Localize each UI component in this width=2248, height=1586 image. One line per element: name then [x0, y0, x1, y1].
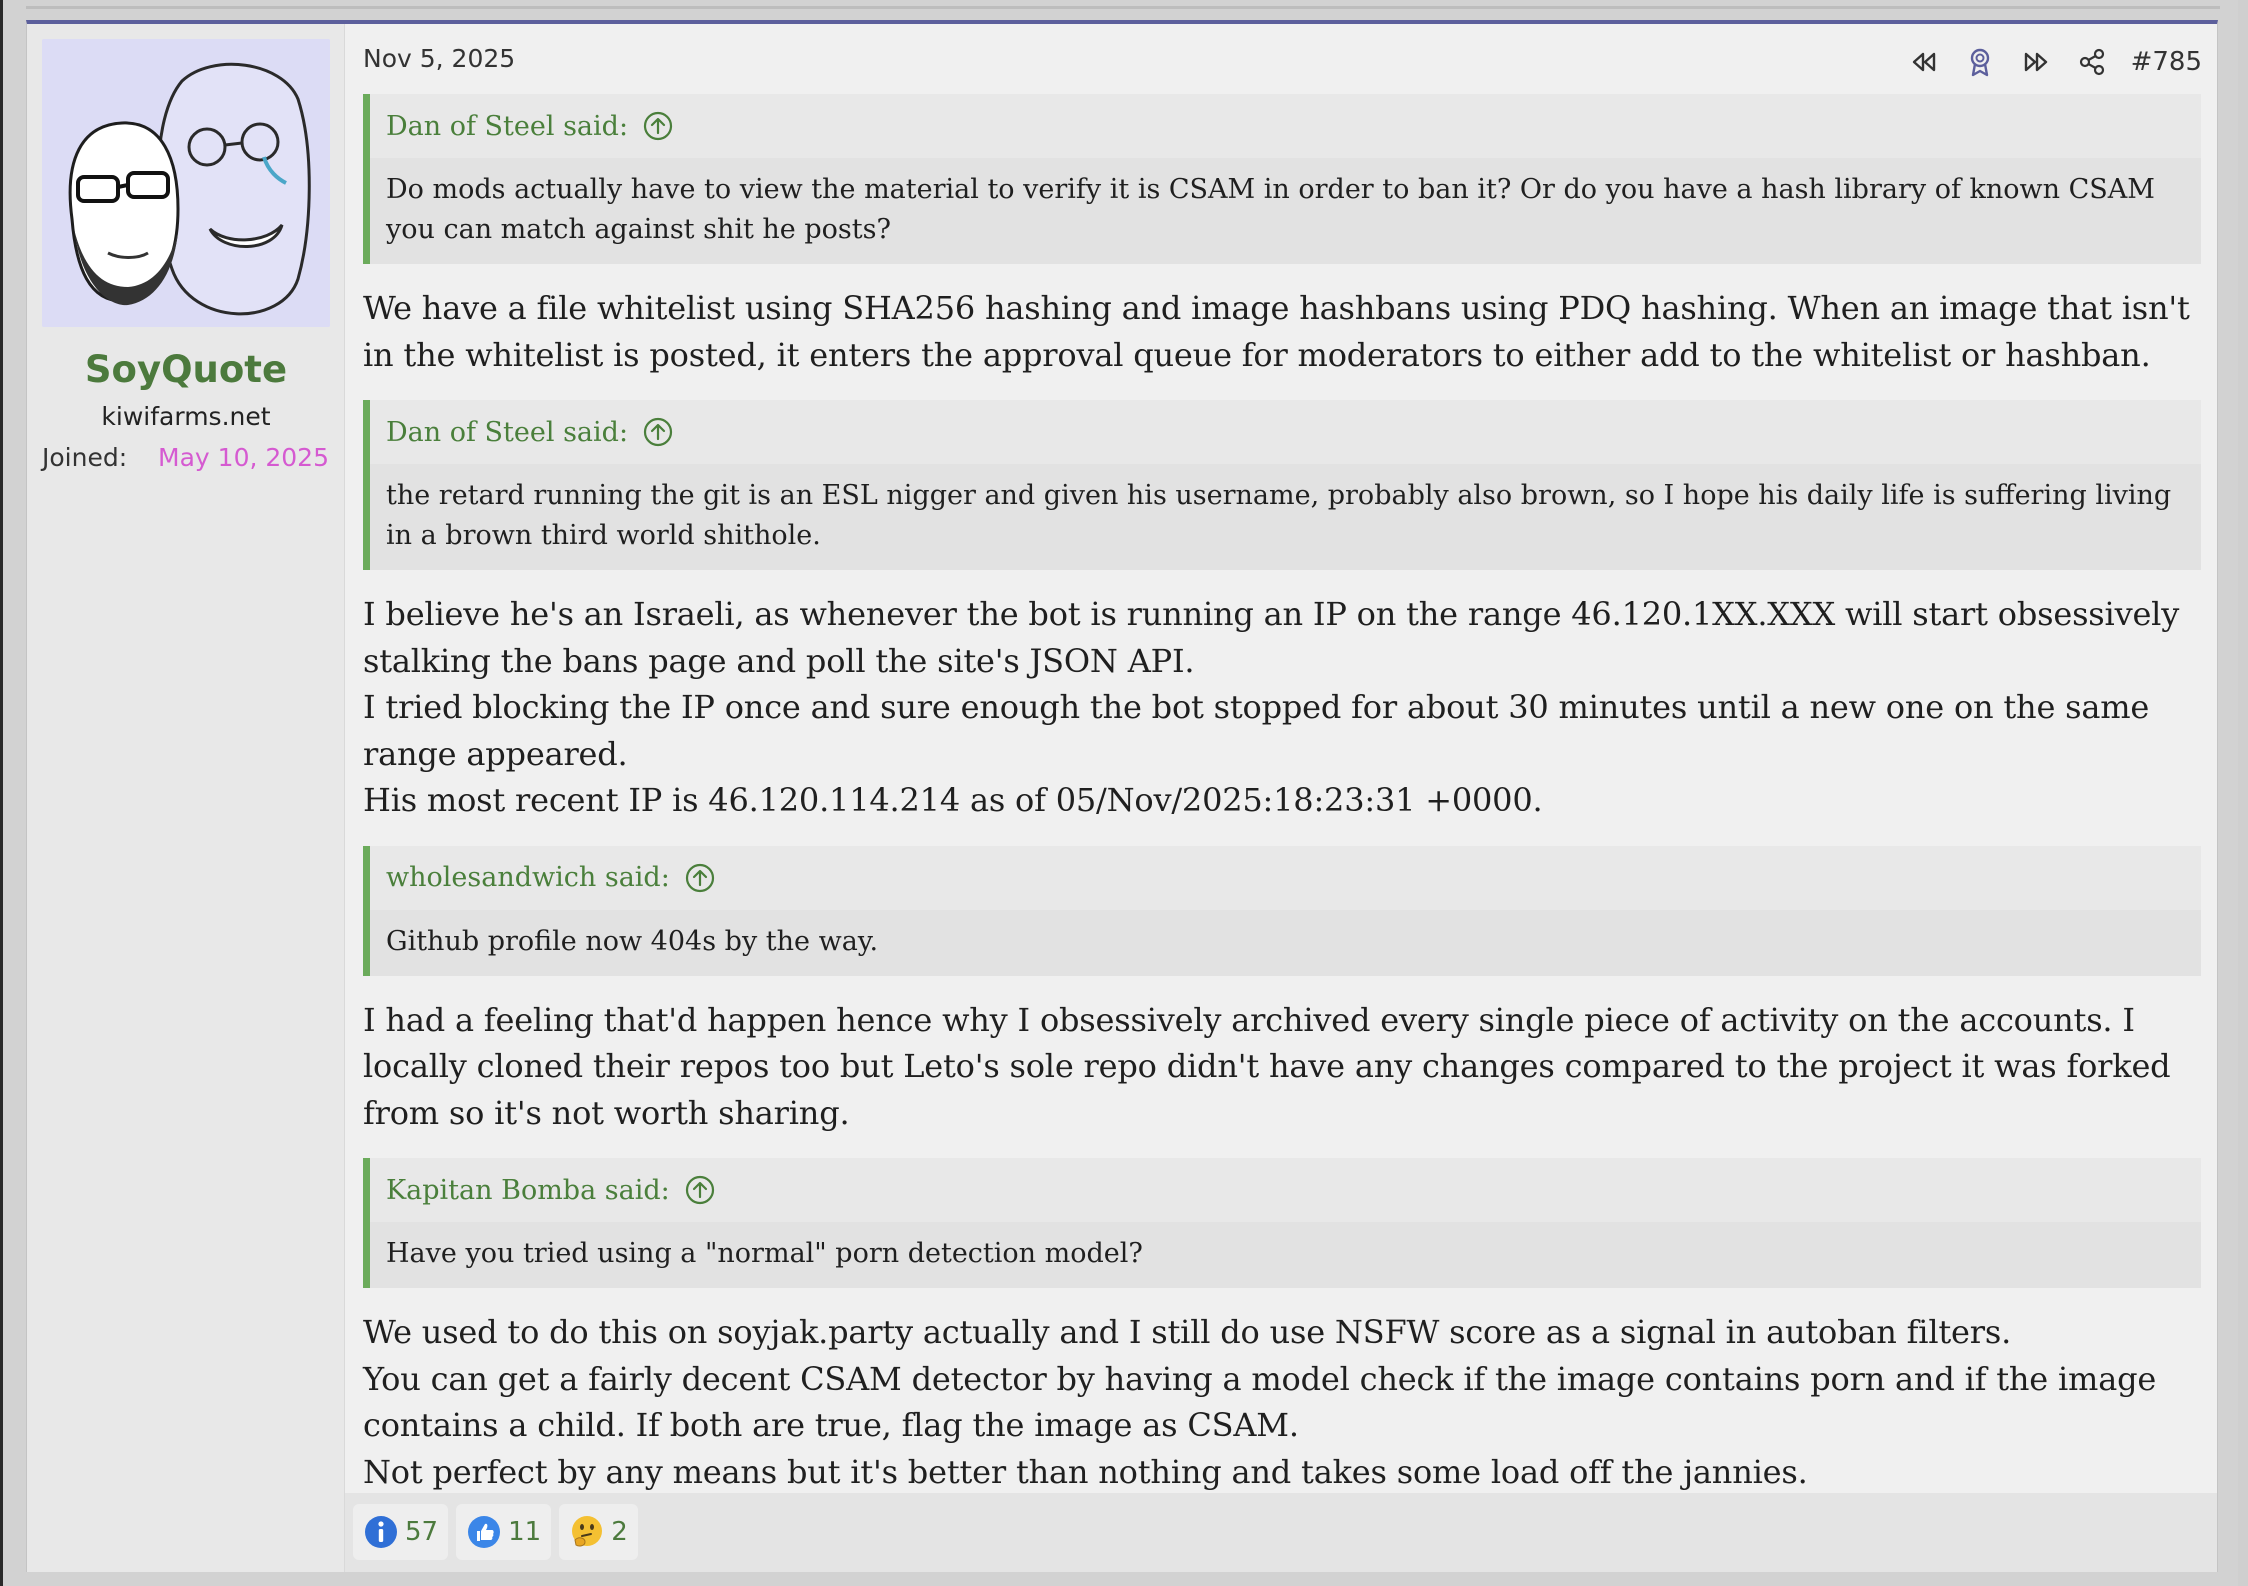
quote-block: Kapitan Bomba said: Have you tried using…: [363, 1158, 2201, 1288]
quote-header: Dan of Steel said:: [370, 94, 2201, 158]
avatar[interactable]: [42, 39, 330, 327]
post-number[interactable]: #785: [2131, 47, 2202, 77]
forum-post: SoyQuote kiwifarms.net Joined: May 10, 2…: [26, 20, 2218, 1572]
post-footer: 57 11 2: [345, 1493, 2217, 1572]
quote-header: Kapitan Bomba said:: [370, 1158, 2201, 1222]
username[interactable]: SoyQuote: [27, 348, 345, 391]
jump-to-quote-icon[interactable]: [684, 1174, 716, 1206]
informative-icon: [365, 1516, 397, 1548]
previous-post-edge: [26, 6, 2220, 9]
quote-block: Dan of Steel said: the retard running th…: [363, 400, 2201, 570]
joined-label: Joined:: [42, 443, 128, 472]
reaction-count: 2: [611, 1517, 628, 1547]
post-paragraph: We used to do this on soyjak.party actua…: [363, 1309, 2201, 1495]
quote-author[interactable]: Kapitan Bomba said:: [386, 1175, 670, 1206]
jump-to-quote-icon[interactable]: [642, 416, 674, 448]
reaction-count: 11: [508, 1517, 542, 1547]
post-date[interactable]: Nov 5, 2025: [363, 44, 515, 73]
paragraph-line: His most recent IP is 46.120.114.214 as …: [363, 781, 1543, 819]
award-icon[interactable]: [1963, 45, 1997, 79]
post-actions: #785: [1907, 44, 2202, 80]
jump-to-quote-icon[interactable]: [684, 862, 716, 894]
thinking-emoji-icon: [572, 1516, 603, 1547]
jump-to-quote-icon[interactable]: [642, 110, 674, 142]
reaction-bar: 57 11 2: [353, 1504, 638, 1560]
paragraph-line: I tried blocking the IP once and sure en…: [363, 688, 2150, 773]
share-icon[interactable]: [2075, 45, 2109, 79]
quote-text: Github profile now 404s by the way.: [370, 909, 2201, 976]
reaction-like[interactable]: 11: [456, 1504, 552, 1560]
paragraph-line: You can get a fairly decent CSAM detecto…: [363, 1359, 2157, 1445]
quote-text: Do mods actually have to view the materi…: [370, 158, 2201, 264]
reaction-informative[interactable]: 57: [353, 1504, 449, 1560]
quote-text: the retard running the git is an ESL nig…: [370, 464, 2201, 570]
fast-forward-icon[interactable]: [2019, 45, 2053, 79]
quote-author[interactable]: wholesandwich said:: [386, 862, 670, 893]
paragraph-line: I believe he's an Israeli, as whenever t…: [363, 595, 2180, 680]
post-paragraph: I believe he's an Israeli, as whenever t…: [363, 591, 2201, 824]
post-content: Dan of Steel said: Do mods actually have…: [363, 94, 2201, 1517]
post-paragraph: I had a feeling that'd happen hence why …: [363, 1000, 2171, 1132]
paragraph-line: Not perfect by any means but it's better…: [363, 1452, 1808, 1491]
post-paragraph: We have a file whitelist using SHA256 ha…: [363, 289, 2190, 374]
thumbs-up-icon: [468, 1516, 501, 1548]
rewind-icon[interactable]: [1907, 45, 1941, 79]
joined-date: May 10, 2025: [158, 443, 329, 472]
window-edge-right: [2238, 0, 2248, 1586]
quote-block: Dan of Steel said: Do mods actually have…: [363, 94, 2201, 264]
reaction-thinking[interactable]: 2: [559, 1504, 638, 1560]
quote-author[interactable]: Dan of Steel said:: [386, 417, 628, 448]
quote-author[interactable]: Dan of Steel said:: [386, 111, 628, 142]
quote-header: Dan of Steel said:: [370, 400, 2201, 464]
avatar-image: [42, 39, 330, 327]
quote-text: Have you tried using a "normal" porn det…: [370, 1222, 2201, 1288]
window-edge-left: [0, 0, 3, 1586]
paragraph-line: We used to do this on soyjak.party actua…: [363, 1313, 2012, 1351]
quote-header: wholesandwich said:: [370, 846, 2201, 910]
user-title: kiwifarms.net: [101, 402, 271, 431]
reaction-count: 57: [405, 1517, 439, 1547]
quote-block: wholesandwich said: Github profile now 4…: [363, 845, 2201, 976]
user-cell: SoyQuote kiwifarms.net Joined: May 10, 2…: [27, 24, 345, 1572]
